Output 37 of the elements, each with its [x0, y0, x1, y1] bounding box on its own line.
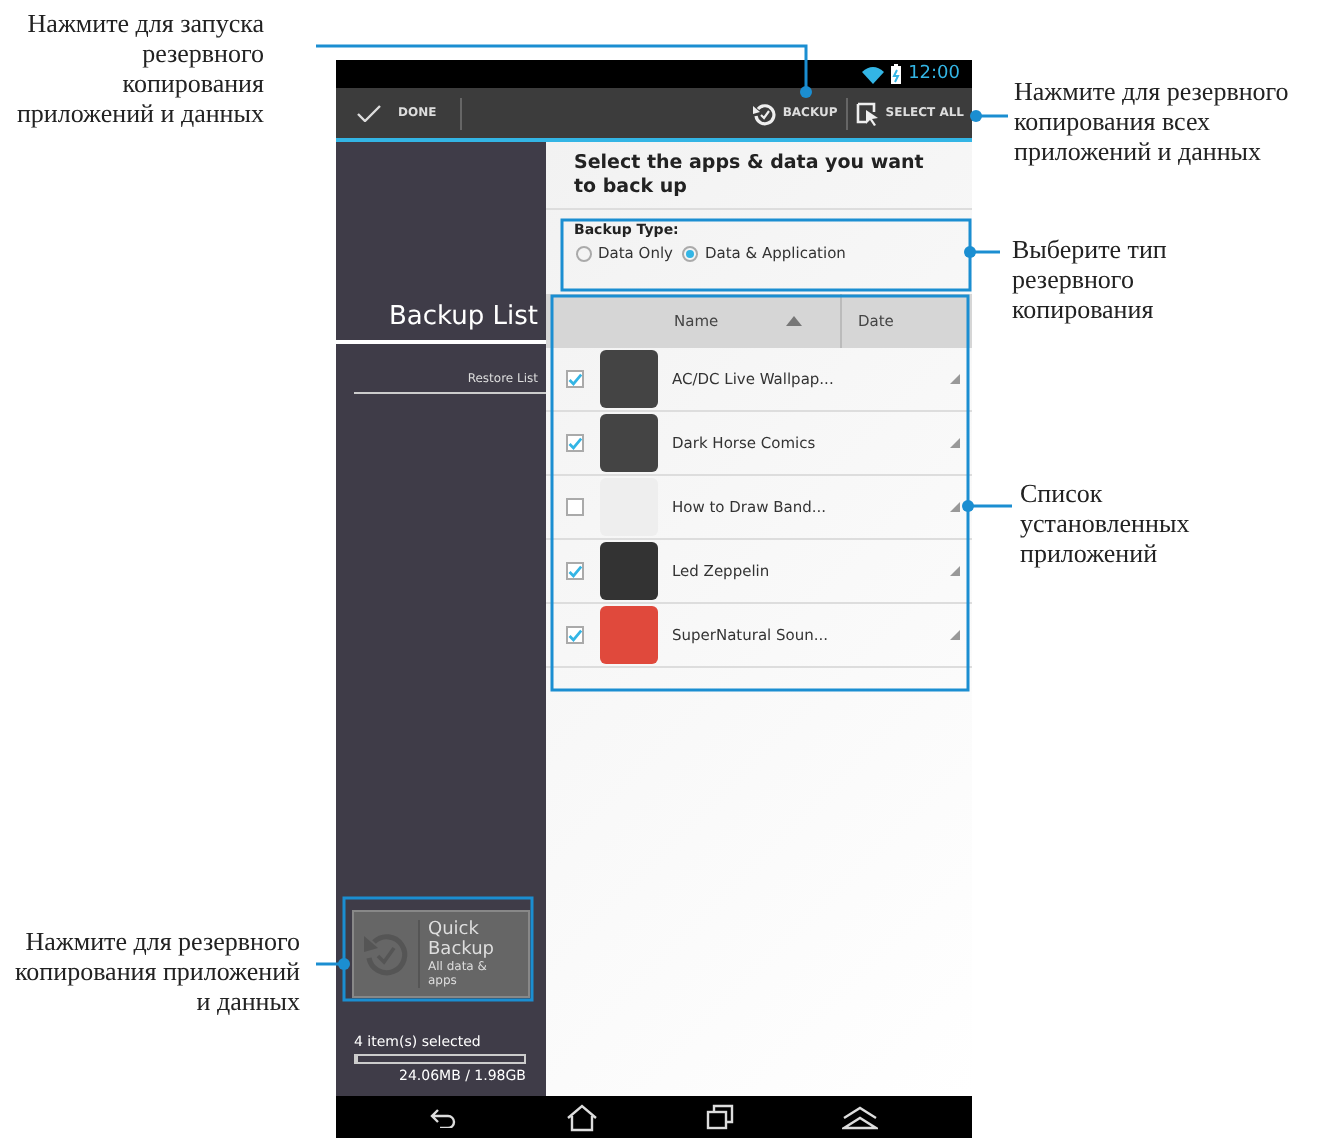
checkbox[interactable]: [566, 626, 584, 644]
checkmark-icon: [356, 104, 382, 122]
app-icon-placeholder: [600, 542, 658, 600]
wifi-icon: [862, 65, 885, 83]
back-icon[interactable]: [430, 1107, 458, 1127]
leader-line: [970, 110, 1008, 122]
corner-triangle-icon: [950, 566, 960, 576]
recent-apps-icon[interactable]: [706, 1104, 734, 1130]
battery-icon: [890, 64, 903, 84]
home-icon[interactable]: [566, 1103, 598, 1131]
radio-button[interactable]: [682, 245, 699, 261]
leader-line: [316, 958, 350, 970]
leader-line: [962, 500, 1012, 512]
corner-triangle-icon: [950, 630, 960, 640]
app-icon-placeholder: [600, 478, 658, 536]
chevron-up-icon[interactable]: [842, 1105, 878, 1129]
section-heading: Select the apps & data you want to back up: [546, 142, 972, 210]
leader-line: [964, 246, 1000, 258]
corner-triangle-icon: [950, 374, 960, 384]
pointer-select-icon: [855, 101, 880, 125]
corner-triangle-icon: [950, 502, 960, 512]
callout-text: Нажмите для резервного копирования приложений и данных: [13, 926, 300, 1016]
callout-text: Нажмите для резервного копирования всех приложений и данных: [1014, 76, 1291, 166]
checkbox[interactable]: [566, 370, 584, 388]
callout-text: Список установленных приложений: [1020, 478, 1192, 568]
app-icon-placeholder: [600, 606, 658, 664]
radio-button[interactable]: [576, 245, 592, 261]
checkbox[interactable]: [566, 562, 584, 580]
callout-text: Выберите тип резервного копирования: [1012, 234, 1169, 324]
clock-time: 12:00: [908, 64, 960, 84]
checkbox[interactable]: [566, 498, 584, 516]
app-icon-placeholder: [600, 350, 658, 408]
app-icon-placeholder: [600, 414, 658, 472]
restore-clock-icon: [752, 101, 777, 125]
callout-text: Нажмите для запуска резервного копирования приложений и данных: [14, 8, 264, 128]
checkbox[interactable]: [566, 434, 584, 452]
corner-triangle-icon: [950, 438, 960, 448]
